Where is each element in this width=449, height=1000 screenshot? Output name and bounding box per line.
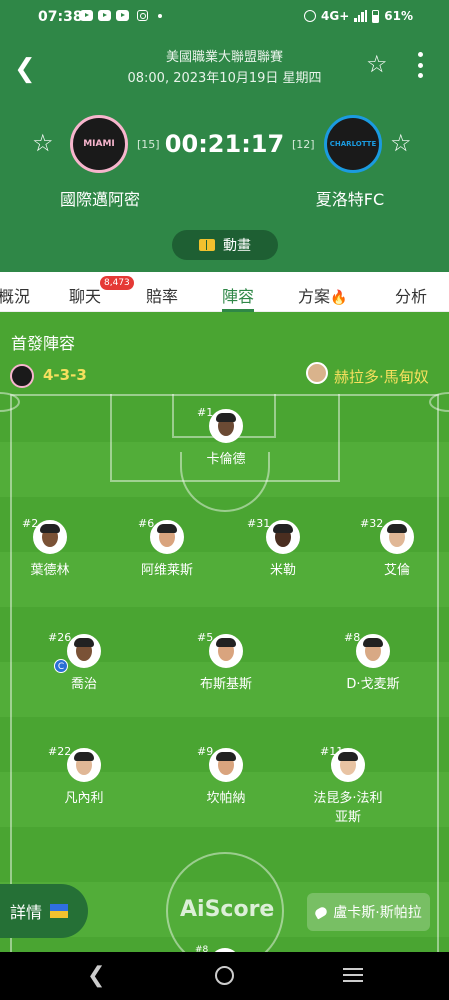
tab-tips[interactable]: 方案🔥	[298, 283, 347, 307]
favorite-away-star-icon[interactable]: ☆	[390, 129, 412, 157]
fire-icon: 🔥	[330, 290, 348, 306]
player-avatar	[266, 520, 300, 554]
battery-icon	[372, 9, 380, 23]
player-avatar	[209, 748, 243, 782]
more-options-icon[interactable]	[417, 52, 423, 78]
player-avatar	[67, 748, 101, 782]
player-card[interactable]: #11 法昆多·法利亚斯	[310, 745, 386, 827]
player-avatar	[380, 520, 414, 554]
aiscore-watermark: AiScore	[180, 897, 275, 922]
player-name: 布斯基斯	[199, 677, 252, 692]
player-name: 卡倫德	[206, 452, 246, 467]
player-name: D·戈麦斯	[346, 677, 400, 692]
player-card[interactable]: #8 D·戈麦斯	[313, 631, 433, 694]
player-name: 法昆多·法利亚斯	[313, 791, 383, 825]
flag-icon	[50, 904, 69, 918]
player-card[interactable]: #22 凡內利	[24, 745, 144, 808]
status-right: 4G+ 61%	[304, 9, 413, 23]
player-card[interactable]: #31 米勒	[223, 517, 343, 580]
nav-back-icon[interactable]: ❮	[87, 963, 105, 988]
nav-home-icon[interactable]	[215, 966, 234, 985]
nav-recents-icon[interactable]	[343, 968, 363, 982]
lineup-title: 首發陣容	[11, 334, 76, 353]
notification-icons	[80, 10, 162, 21]
home-team-badge-icon[interactable]	[10, 364, 34, 388]
tab-lineup[interactable]: 陣容	[222, 283, 254, 307]
player-card[interactable]: #26 C 喬治	[24, 631, 144, 694]
details-button[interactable]: 詳情	[0, 884, 88, 938]
player-number: #22	[48, 745, 72, 758]
player-avatar	[150, 520, 184, 554]
player-number: #32	[360, 517, 384, 530]
player-number: #8	[195, 945, 209, 952]
lineup-pitch: 首發陣容 4-3-3 赫拉多·馬甸奴 #1 卡倫德 #2 葉德林 #6 阿维莱斯…	[0, 312, 449, 952]
referee-name: 盧卡斯·斯帕拉	[333, 905, 422, 921]
player-avatar	[209, 409, 243, 443]
player-avatar	[331, 748, 365, 782]
coach-name[interactable]: 赫拉多·馬甸奴	[334, 366, 429, 387]
player-avatar	[67, 634, 101, 668]
player-name: 凡內利	[64, 791, 104, 806]
more-notifications-dot	[158, 14, 162, 18]
player-name: 米勒	[269, 563, 296, 578]
signal-icon	[354, 10, 368, 22]
tab-chat[interactable]: 聊天	[69, 283, 101, 307]
animation-button[interactable]: 動畫	[172, 230, 278, 260]
player-number: #26	[48, 631, 72, 644]
whistle-icon	[313, 905, 329, 919]
animation-label: 動畫	[223, 238, 251, 254]
player-card[interactable]: #5 布斯基斯	[166, 631, 286, 694]
chat-count-badge: 8,473	[100, 276, 134, 290]
favorite-match-star-icon[interactable]: ☆	[366, 50, 388, 78]
pitch-icon	[199, 239, 215, 251]
system-nav-bar: ❮	[0, 952, 449, 1000]
player-name: 阿维莱斯	[140, 563, 193, 578]
home-team-name[interactable]: 國際邁阿密	[30, 186, 170, 210]
coach-avatar[interactable]	[306, 362, 328, 384]
away-team-name[interactable]: 夏洛特FC	[280, 186, 420, 210]
player-name: 葉德林	[30, 563, 70, 578]
instagram-icon	[137, 10, 148, 21]
away-team-logo[interactable]: CHARLOTTE	[324, 115, 382, 173]
details-label: 詳情	[10, 903, 43, 922]
status-bar: 07:38 4G+ 61%	[0, 0, 449, 34]
referee-button[interactable]: 盧卡斯·斯帕拉	[307, 893, 430, 931]
player-avatar	[209, 634, 243, 668]
captain-badge-icon: C	[54, 659, 68, 673]
youtube-icon	[98, 10, 111, 21]
player-name: 坎帕納	[206, 791, 246, 806]
player-avatar	[33, 520, 67, 554]
tab-bar: 概況 聊天 8,473 賠率 陣容 方案🔥 分析	[0, 272, 449, 312]
alarm-icon	[304, 10, 316, 22]
player-card[interactable]: #6 阿维莱斯	[107, 517, 227, 580]
player-card[interactable]: #9 坎帕納	[166, 745, 286, 808]
player-card[interactable]: #2 葉德林	[0, 517, 110, 580]
player-avatar	[356, 634, 390, 668]
status-time: 07:38	[38, 9, 83, 25]
tab-odds[interactable]: 賠率	[146, 283, 178, 307]
player-number: #31	[247, 517, 271, 530]
tab-analysis[interactable]: 分析	[395, 283, 427, 307]
battery-level: 61%	[384, 9, 413, 23]
tab-overview[interactable]: 概況	[0, 283, 30, 307]
player-name: 喬治	[70, 677, 97, 692]
network-type: 4G+	[321, 9, 350, 23]
match-header: ❮ 美國職業大聯盟聯賽 08:00, 2023年10月19日 星期四 ☆ ☆ M…	[0, 34, 449, 272]
player-name: 艾倫	[383, 563, 410, 578]
player-card[interactable]: #32 艾倫	[337, 517, 449, 580]
formation: 4-3-3	[43, 366, 87, 384]
youtube-icon	[116, 10, 129, 21]
player-card[interactable]: #1 卡倫德	[166, 406, 286, 469]
youtube-icon	[80, 10, 93, 21]
away-rank: [12]	[292, 138, 315, 151]
